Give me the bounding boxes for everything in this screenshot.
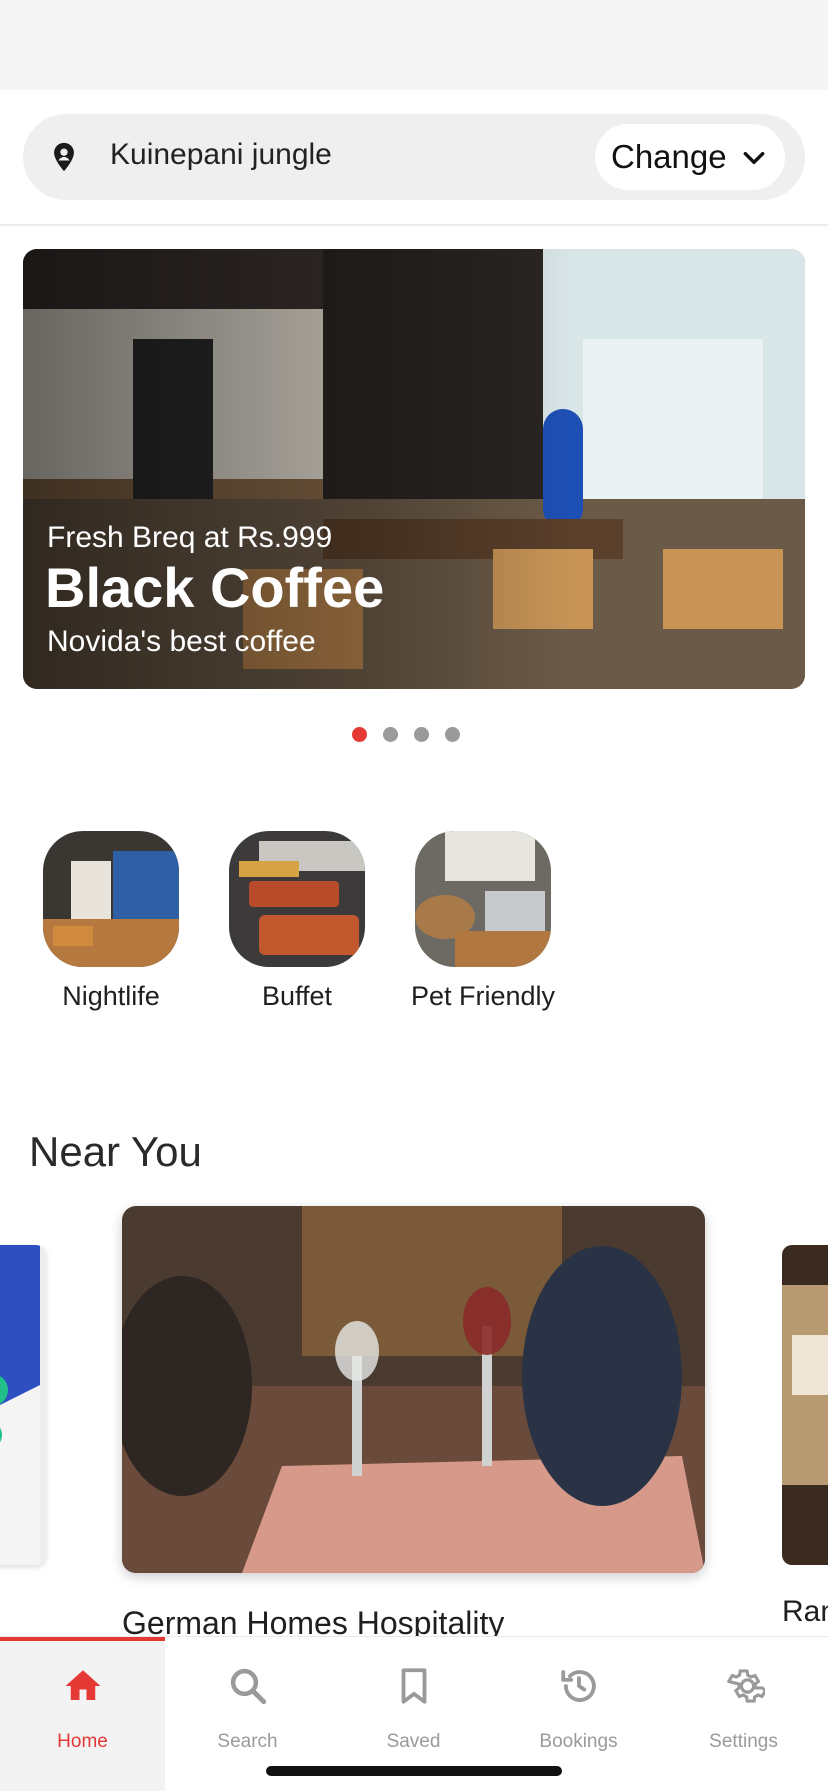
banner-title: Black Coffee [45,556,385,619]
location-pin-icon [54,142,74,172]
change-location-button[interactable]: Change [595,124,785,190]
buffet-image [229,831,365,967]
home-indicator[interactable] [266,1766,562,1776]
bookmark-icon [401,1668,427,1704]
location-header: Kuinepani jungle Change [0,90,828,226]
status-bar [0,0,828,90]
carousel-dot[interactable] [414,727,429,742]
place-card-previous[interactable] [0,1245,46,1565]
category-label: Nightlife [62,981,160,1011]
tab-label: Saved [386,1731,441,1752]
category-label: Pet Friendly [410,981,556,1011]
tab-label: Settings [709,1731,778,1752]
carousel-indicator [352,727,460,742]
tab-label: Home [57,1731,108,1752]
banner-subtitle: Novida's best coffee [47,625,316,658]
pet-friendly-image [415,831,551,967]
category-label: Buffet [261,981,333,1011]
tab-home[interactable]: Home [0,1637,165,1791]
gear-icon [727,1669,765,1703]
section-title-near-you: Near You [29,1128,202,1175]
place-name[interactable]: Ran [782,1595,828,1629]
carousel-dot[interactable] [352,727,367,742]
place-card-image[interactable] [122,1206,705,1573]
place-card-next[interactable] [782,1245,828,1565]
category-nightlife[interactable]: Nightlife [18,831,204,1012]
home-icon [65,1670,101,1700]
tab-settings[interactable]: Settings [661,1637,826,1791]
tab-label: Search [217,1731,278,1752]
change-label: Change [611,138,727,175]
carousel-dot[interactable] [383,727,398,742]
category-buffet[interactable]: Buffet [204,831,390,1012]
carousel-dot[interactable] [445,727,460,742]
tab-label: Bookings [539,1731,618,1752]
search-icon [230,1668,267,1705]
history-icon [561,1670,596,1702]
category-pet-friendly[interactable]: Pet Friendly [390,831,576,1012]
promo-banner[interactable]: Fresh Breq at Rs.999 Black Coffee Novida… [23,249,805,689]
nightlife-image [43,831,179,967]
location-selector[interactable]: Kuinepani jungle Change [23,114,805,200]
location-name: Kuinepani jungle [110,138,332,171]
chevron-down-icon [743,151,765,165]
banner-kicker: Fresh Breq at Rs.999 [47,521,333,554]
